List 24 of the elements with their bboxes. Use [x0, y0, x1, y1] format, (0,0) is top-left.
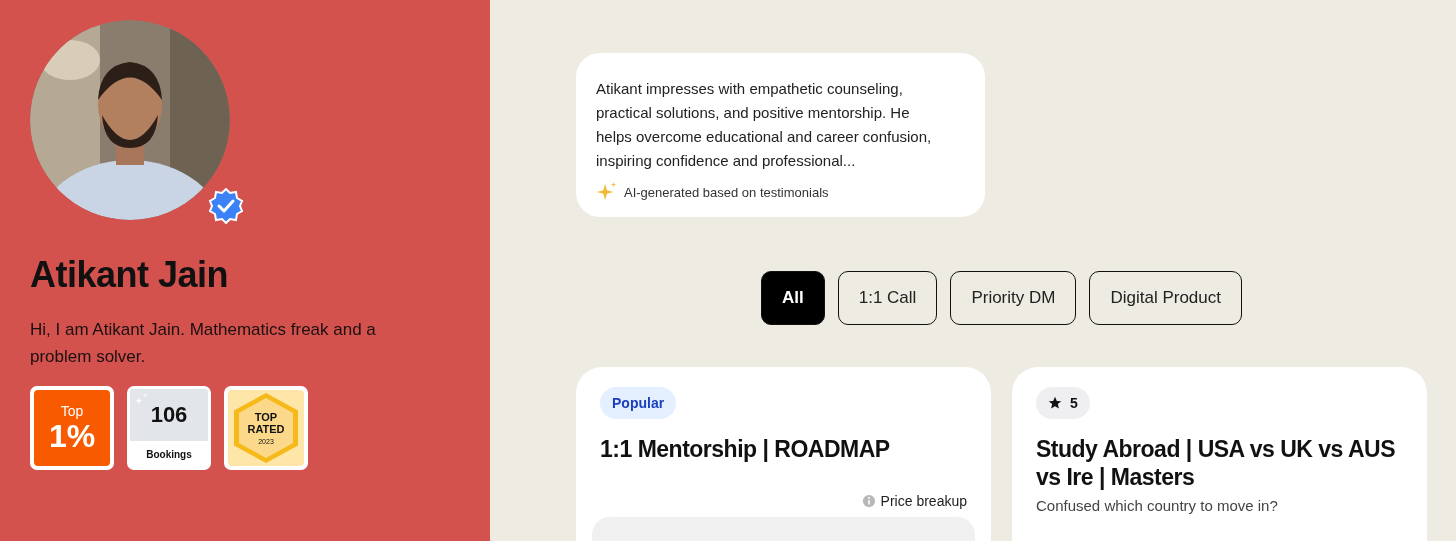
- top-label: Top: [60, 403, 84, 419]
- profile-name: Atikant Jain: [30, 254, 230, 296]
- price-breakup-link[interactable]: Price breakup: [880, 493, 967, 509]
- service-title: 1:1 Mentorship | ROADMAP: [600, 435, 891, 463]
- top-rated-text: RATED: [247, 423, 285, 435]
- service-card[interactable]: Popular 1:1 Mentorship | ROADMAP Price breakup: [576, 367, 991, 541]
- service-subtitle: Confused which country to move in?: [1036, 497, 1279, 514]
- summary-note: AI-generated based on testimonials: [624, 184, 829, 200]
- summary-text: Atikant impresses with empathetic counseling, practical solutions, and positive mentorship. He helps overcome educational and career confusion, inspiring confidence and professional...: [596, 79, 932, 171]
- filter-tab[interactable]: Priority DM: [950, 271, 1077, 325]
- profile-bio: Hi, I am Atikant Jain. Mathematics freak and a problem solver.: [30, 319, 377, 368]
- info-icon: [861, 494, 876, 508]
- star-icon: [1048, 396, 1062, 410]
- filter-tab[interactable]: 1:1 Call: [837, 271, 938, 325]
- popular-tag: Popular: [600, 387, 677, 419]
- service-card[interactable]: 5 Study Abroad | USA vs UK vs AUS vs Ire | Masters Confused which country to move in?: [1012, 367, 1427, 541]
- bookings-label: Bookings: [145, 449, 193, 460]
- bookings-count: 106: [130, 389, 208, 441]
- filter-tab[interactable]: All: [761, 271, 825, 325]
- top-percent-value: 1%: [48, 419, 96, 453]
- rating-value: 5: [1070, 395, 1078, 411]
- top-rated-text: TOP: [254, 411, 278, 423]
- filter-tab[interactable]: Digital Product: [1089, 271, 1242, 325]
- service-title: Study Abroad | USA vs UK vs AUS vs Ire | Masters: [1036, 435, 1396, 491]
